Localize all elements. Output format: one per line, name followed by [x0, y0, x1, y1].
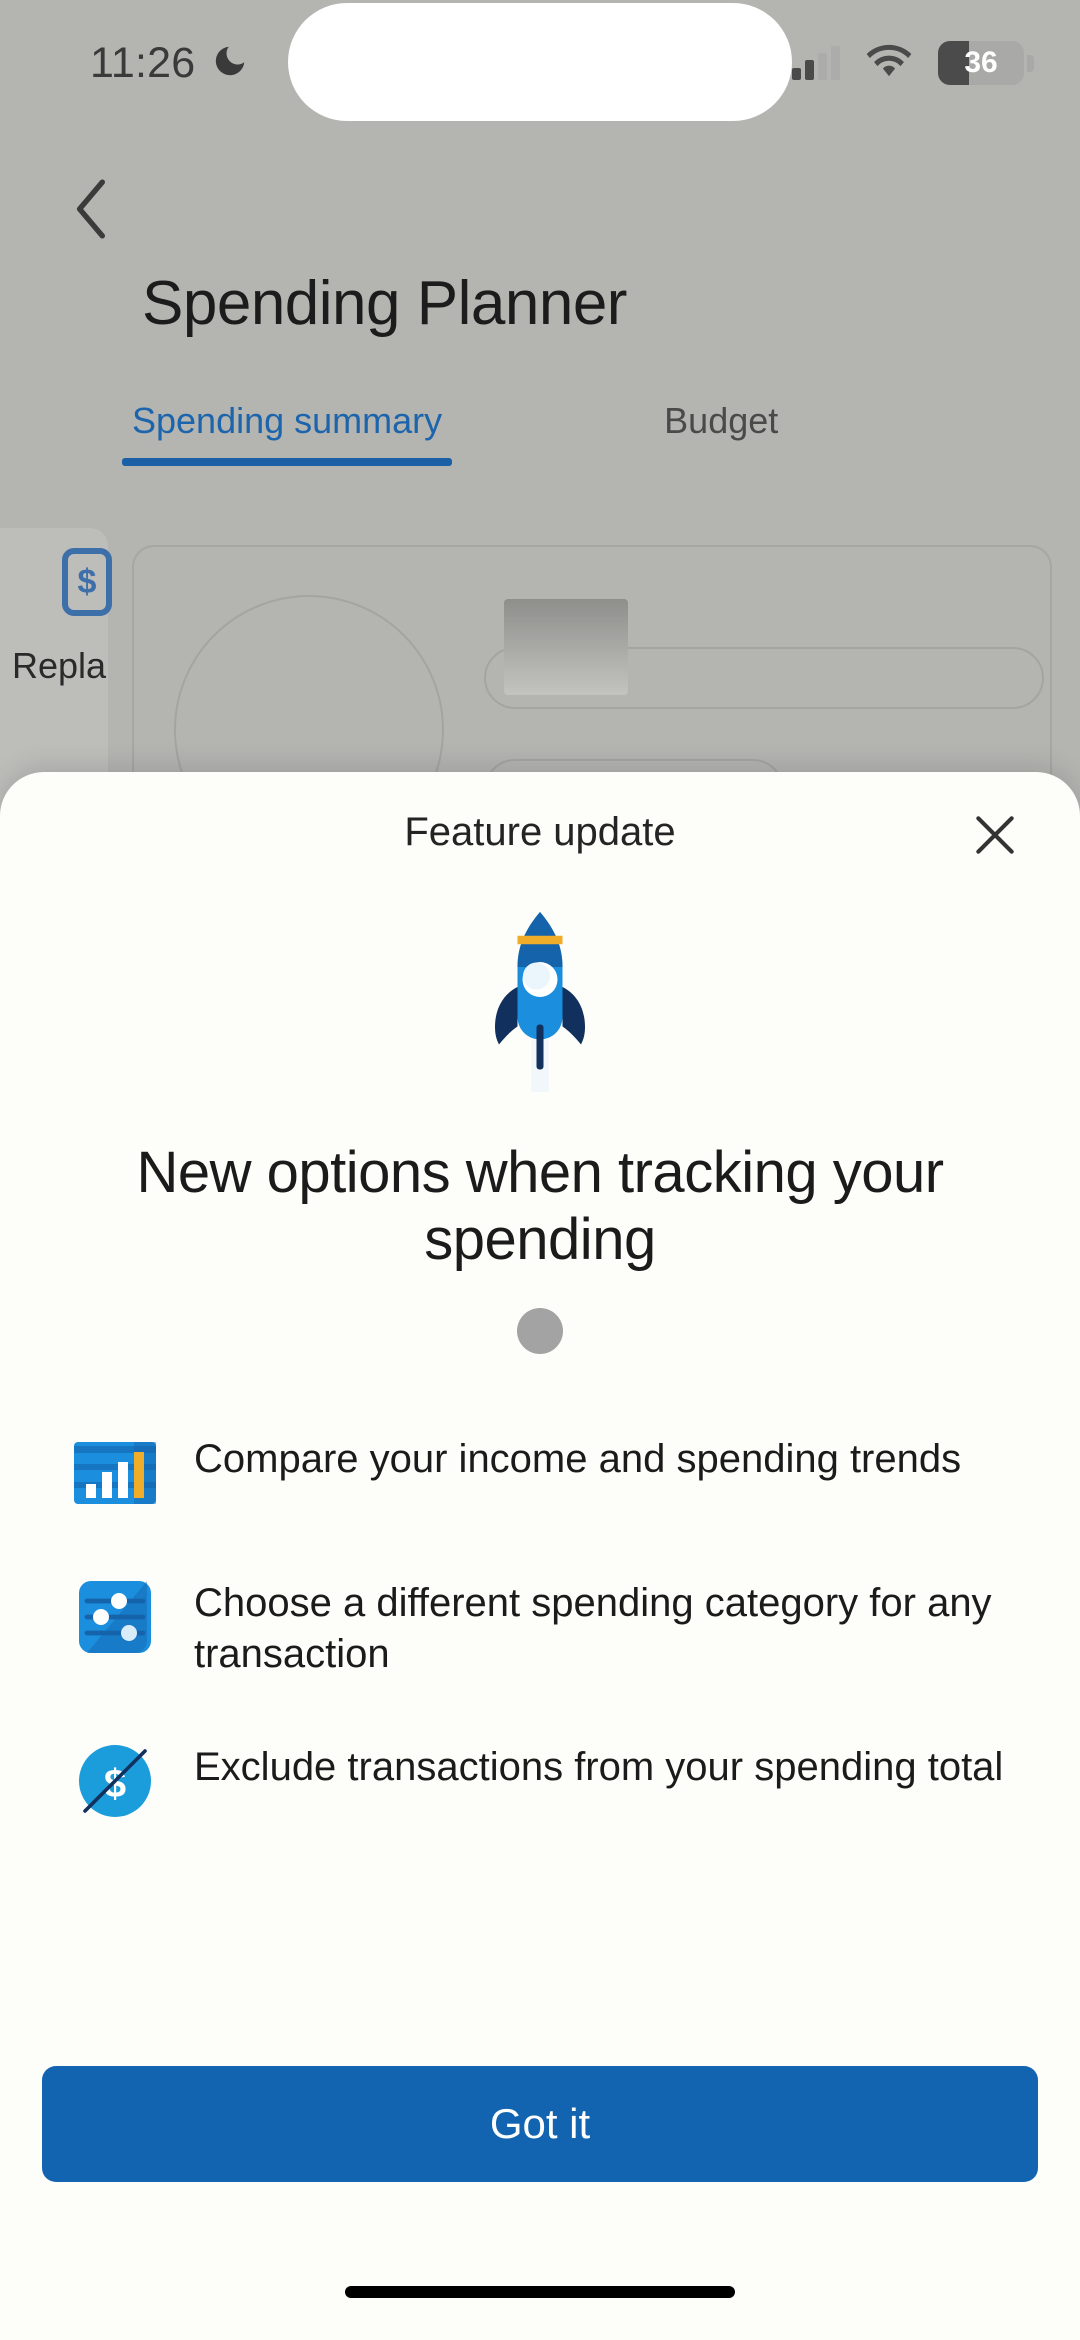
dynamic-island-pill — [288, 3, 792, 121]
pagination-dot[interactable] — [517, 1307, 563, 1354]
feature-item: Choose a different spending category for… — [72, 1574, 1016, 1680]
svg-text:$: $ — [104, 1762, 126, 1806]
tab-bar: Spending summary Budget — [121, 400, 1080, 466]
chevron-left-icon — [70, 178, 114, 245]
feature-list: Compare your income and spending trends … — [0, 1430, 1080, 1824]
signal-bars-icon — [792, 46, 840, 80]
battery-level: 36 — [964, 46, 998, 79]
tab-budget[interactable]: Budget — [664, 400, 778, 466]
feature-update-modal: Feature update New options when tracking… — [0, 772, 1080, 2340]
modal-headline: New options when tracking your spending — [136, 1140, 944, 1273]
modal-illustration — [0, 902, 1080, 1097]
background-side-card-label: Repla — [12, 645, 107, 686]
bar-chart-icon — [72, 1430, 158, 1516]
modal-title: Feature update — [404, 809, 676, 854]
battery-icon: 36 — [938, 41, 1034, 85]
feature-item: $ Exclude transactions from your spendin… — [72, 1738, 1016, 1824]
got-it-button[interactable]: Got it — [42, 2066, 1038, 2182]
home-indicator[interactable] — [345, 2286, 735, 2298]
status-bar-right: 36 — [792, 41, 1034, 85]
feature-item-label: Choose a different spending category for… — [194, 1580, 992, 1676]
feature-item: Compare your income and spending trends — [72, 1430, 1016, 1516]
modal-header: Feature update — [0, 772, 1080, 892]
feature-item-label: Compare your income and spending trends — [194, 1436, 962, 1481]
page-title: Spending Planner — [142, 269, 627, 338]
card-icon: $ — [62, 548, 112, 616]
status-bar-time: 11:26 — [90, 38, 196, 87]
status-bar-left: 11:26 — [90, 39, 249, 88]
wifi-icon — [866, 43, 912, 84]
moon-icon — [211, 42, 249, 85]
back-button[interactable] — [46, 165, 138, 257]
pagination-dots[interactable] — [0, 1307, 1080, 1354]
background-blob-placeholder — [504, 599, 628, 695]
tab-spending-summary[interactable]: Spending summary — [121, 400, 453, 466]
sliders-icon — [72, 1574, 158, 1660]
dollar-slash-icon: $ — [72, 1738, 158, 1824]
close-button[interactable] — [956, 798, 1034, 876]
phone-screen: 11:26 36 Spending Planner Spending summa… — [0, 0, 1080, 2340]
rocket-icon — [465, 902, 615, 1097]
close-icon — [970, 810, 1020, 865]
feature-item-label: Exclude transactions from your spending … — [194, 1744, 1004, 1789]
modal-footer: Got it — [0, 2066, 1080, 2182]
